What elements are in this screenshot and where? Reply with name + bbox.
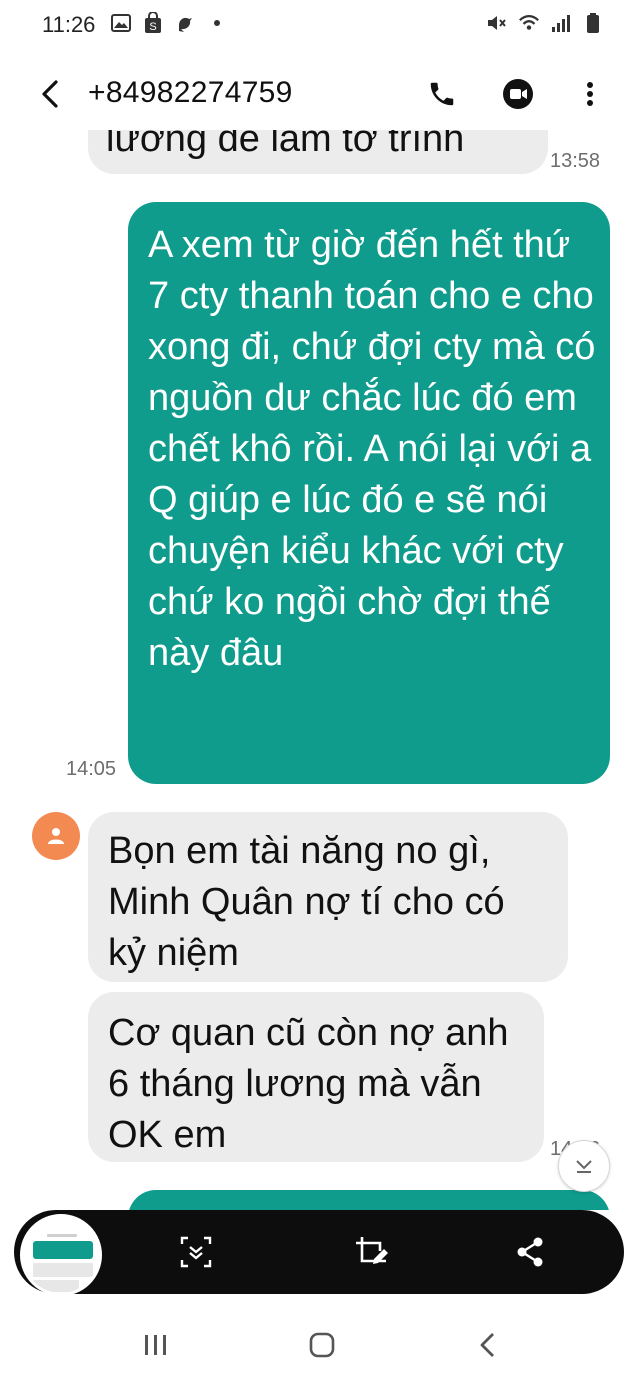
call-button[interactable] (420, 72, 464, 116)
scroll-capture-icon (180, 1236, 212, 1268)
scroll-capture-button[interactable] (174, 1230, 218, 1274)
home-icon (309, 1332, 335, 1358)
shopping-bag-icon: S (142, 12, 164, 34)
gallery-icon (110, 12, 132, 34)
share-icon (517, 1237, 543, 1267)
message-bubble-outgoing[interactable]: A xem từ giờ đến hết thứ 7 cty thanh toá… (128, 202, 610, 784)
video-call-icon (503, 79, 533, 109)
screenshot-toolbar (14, 1210, 624, 1296)
message-time: 14:05 (66, 758, 117, 780)
signal-icon (550, 12, 572, 34)
wifi-icon (518, 12, 540, 34)
message-bubble-incoming[interactable]: Cơ quan cũ còn nợ anh 6 tháng lương mà v… (88, 992, 544, 1162)
message-text: Bọn em tài năng no gì, Minh Quân nợ tí c… (108, 830, 505, 974)
svg-text:S: S (149, 21, 156, 33)
back-arrow-icon (42, 80, 58, 108)
back-nav-button[interactable] (458, 1320, 518, 1370)
message-bubble-incoming[interactable]: Bọn em tài năng no gì, Minh Quân nợ tí c… (88, 812, 568, 982)
video-call-button[interactable] (496, 72, 540, 116)
chevron-down-icon (576, 1160, 592, 1173)
message-bubble-incoming[interactable]: lương để làm tờ trình (88, 130, 548, 174)
notification-icons: S (110, 12, 228, 34)
crop-edit-icon (356, 1237, 388, 1264)
more-options-button[interactable] (570, 72, 610, 116)
message-time: 13:58 (550, 150, 601, 172)
message-bubble-outgoing[interactable] (128, 1190, 610, 1210)
status-bar: 11:26 S (0, 0, 640, 52)
recent-apps-button[interactable] (126, 1320, 186, 1370)
crop-edit-button[interactable] (350, 1230, 394, 1274)
bird-icon (174, 12, 196, 34)
back-nav-icon (480, 1333, 494, 1357)
message-text: Cơ quan cũ còn nợ anh 6 tháng lương mà v… (108, 1012, 509, 1156)
person-icon (48, 828, 64, 844)
message-text: A xem từ giờ đến hết thứ 7 cty thanh toá… (148, 224, 596, 674)
system-navigation-bar (0, 1296, 640, 1386)
share-button[interactable] (508, 1230, 552, 1274)
conversation-header: +84982274759 (0, 58, 640, 130)
scroll-to-bottom-button[interactable] (558, 1140, 610, 1192)
status-time: 11:26 (42, 12, 96, 37)
mute-icon (486, 12, 508, 34)
screenshot-thumbnail[interactable] (20, 1214, 102, 1296)
contact-avatar[interactable] (32, 812, 80, 860)
recent-apps-icon (145, 1335, 166, 1355)
dot-icon (206, 12, 228, 34)
back-button[interactable] (30, 72, 70, 116)
thumbnail-preview (33, 1231, 93, 1293)
home-button[interactable] (292, 1320, 352, 1370)
contact-name[interactable]: +84982274759 (88, 76, 293, 110)
battery-icon (582, 12, 604, 34)
phone-icon (430, 82, 454, 106)
message-text: lương để làm tờ trình (106, 130, 465, 160)
more-vert-icon (587, 82, 593, 106)
system-icons (486, 12, 604, 34)
message-list[interactable]: lương để làm tờ trình 13:58 A xem từ giờ… (0, 130, 640, 1210)
